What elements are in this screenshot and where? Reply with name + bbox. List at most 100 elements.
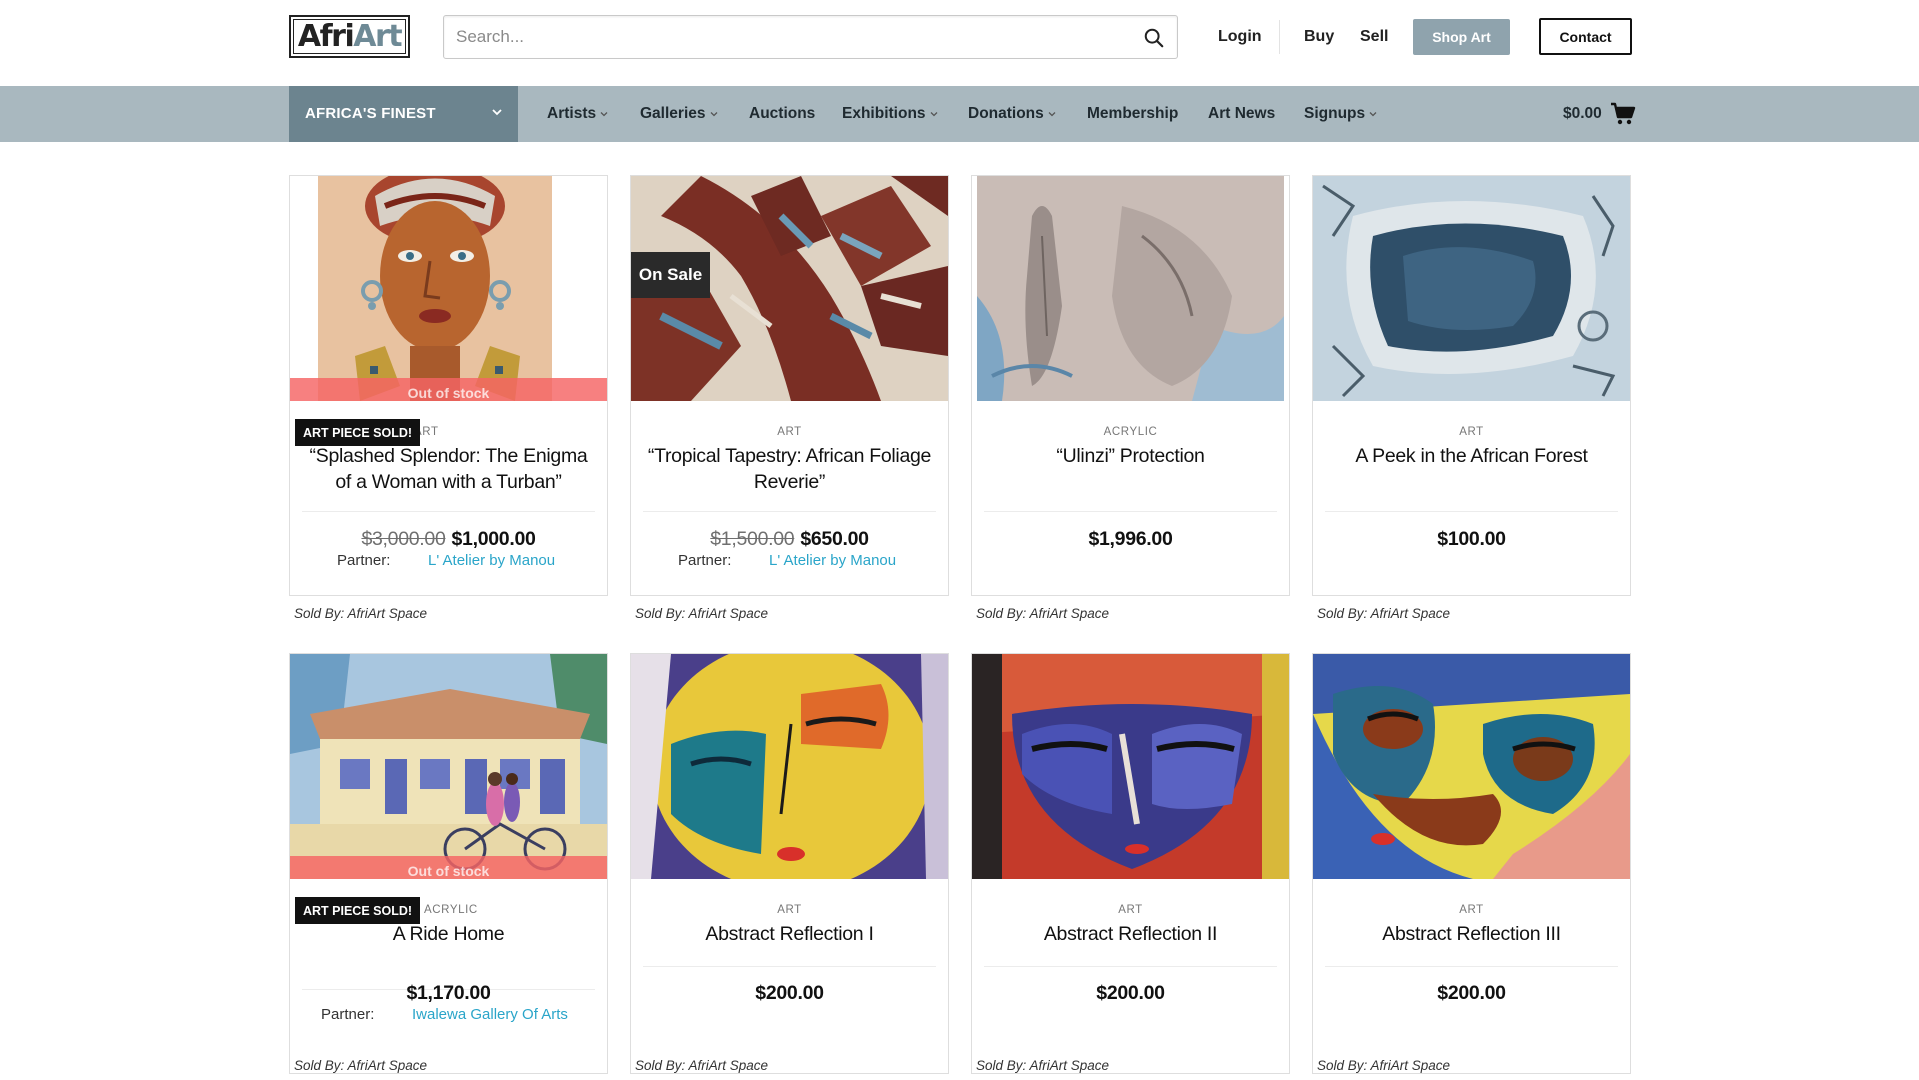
search-icon[interactable] bbox=[1143, 27, 1165, 49]
on-sale-badge: On Sale bbox=[631, 252, 710, 298]
nav-item-auctions[interactable]: Auctions bbox=[749, 105, 815, 123]
sale-price: $1,170.00 bbox=[406, 982, 491, 1004]
sold-by-label: Sold By: AfriArt Space bbox=[294, 1058, 428, 1073]
nav-item-exhibitions[interactable]: Exhibitions bbox=[842, 105, 939, 123]
nav-item-donations[interactable]: Donations bbox=[968, 105, 1057, 123]
nav-item-label: Exhibitions bbox=[842, 105, 926, 122]
chevron-down-icon bbox=[492, 109, 502, 116]
product-price: $1,996.00 bbox=[972, 528, 1289, 551]
product-title[interactable]: “Ulinzi” Protection bbox=[982, 443, 1279, 469]
product-price: $200.00 bbox=[1313, 982, 1630, 1005]
product-title[interactable]: Abstract Reflection III bbox=[1323, 921, 1620, 947]
chevron-down-icon bbox=[1048, 112, 1056, 117]
product-card[interactable]: ART Abstract Reflection III $200.00 bbox=[1312, 653, 1631, 1074]
product-title[interactable]: “Tropical Tapestry: African Foliage Reve… bbox=[641, 443, 938, 495]
product-category: ART bbox=[777, 426, 802, 438]
nav-item-label: Signups bbox=[1304, 105, 1366, 122]
sold-by-label: Sold By: AfriArt Space bbox=[294, 606, 428, 621]
nav-item-artists[interactable]: Artists bbox=[547, 105, 609, 123]
product-category: ART bbox=[1459, 904, 1484, 916]
sale-price: $200.00 bbox=[1437, 982, 1506, 1004]
cart-icon bbox=[1610, 102, 1635, 125]
product-price: $3,000.00 $1,000.00 bbox=[290, 528, 607, 551]
partner-link[interactable]: Iwalewa Gallery Of Arts bbox=[412, 1006, 568, 1023]
product-title[interactable]: Abstract Reflection I bbox=[641, 921, 938, 947]
cart-total: $0.00 bbox=[1563, 105, 1602, 122]
product-title[interactable]: Abstract Reflection II bbox=[982, 921, 1279, 947]
shop-art-button[interactable]: Shop Art bbox=[1413, 19, 1510, 55]
sell-link[interactable]: Sell bbox=[1360, 28, 1388, 46]
sale-price: $100.00 bbox=[1437, 528, 1506, 550]
product-card[interactable]: ART Abstract Reflection I $200.00 bbox=[630, 653, 949, 1074]
contact-button[interactable]: Contact bbox=[1539, 18, 1632, 55]
nav-item-label: Donations bbox=[968, 105, 1044, 122]
partner-label: Partner: bbox=[678, 552, 732, 569]
product-price: $200.00 bbox=[631, 982, 948, 1005]
artwork-image[interactable] bbox=[972, 654, 1289, 879]
artwork-abstract-reflection-2 bbox=[972, 654, 1289, 879]
sold-by-label: Sold By: AfriArt Space bbox=[976, 1058, 1110, 1073]
product-card[interactable]: ART A Peek in the African Forest $100.00 bbox=[1312, 175, 1631, 596]
divider bbox=[1325, 966, 1618, 967]
artwork-ulinzi-protection bbox=[972, 176, 1289, 401]
sold-by-label: Sold By: AfriArt Space bbox=[1317, 606, 1451, 621]
partner-link[interactable]: L' Atelier by Manou bbox=[428, 552, 555, 569]
product-card[interactable]: ACRYLIC “Ulinzi” Protection $1,996.00 bbox=[971, 175, 1290, 596]
product-title[interactable]: A Ride Home bbox=[300, 921, 597, 947]
sale-price: $650.00 bbox=[800, 528, 869, 550]
nav-item-label: Galleries bbox=[640, 105, 706, 122]
artwork-image[interactable] bbox=[1313, 654, 1630, 879]
product-card[interactable]: ART Abstract Reflection II $200.00 bbox=[971, 653, 1290, 1074]
product-price: $1,500.00 $650.00 bbox=[631, 528, 948, 551]
partner-link[interactable]: L' Atelier by Manou bbox=[769, 552, 896, 569]
artwork-image[interactable] bbox=[972, 176, 1289, 401]
cart-button[interactable]: $0.00 bbox=[1563, 101, 1636, 127]
artwork-image[interactable]: Out of stock bbox=[290, 176, 607, 401]
out-of-stock-band: Out of stock bbox=[290, 378, 607, 401]
africas-finest-label: AFRICA'S FINEST bbox=[305, 105, 436, 122]
login-link[interactable]: Login bbox=[1218, 28, 1262, 46]
artwork-abstract-reflection-1 bbox=[631, 654, 948, 879]
header-divider bbox=[1279, 20, 1280, 54]
nav-item-label: Art News bbox=[1208, 105, 1276, 122]
africas-finest-dropdown[interactable]: AFRICA'S FINEST bbox=[289, 86, 518, 142]
chevron-down-icon bbox=[600, 112, 608, 117]
nav-item-galleries[interactable]: Galleries bbox=[640, 105, 719, 123]
nav-item-label: Auctions bbox=[749, 105, 816, 122]
product-price: $100.00 bbox=[1313, 528, 1630, 551]
nav-item-membership[interactable]: Membership bbox=[1087, 105, 1178, 123]
sale-price: $200.00 bbox=[1096, 982, 1165, 1004]
product-category: ACRYLIC bbox=[424, 904, 478, 916]
partner-label: Partner: bbox=[321, 1006, 375, 1023]
artwork-image[interactable]: Out of stock bbox=[290, 654, 607, 879]
product-card[interactable]: On Sale ART “Tropical Tapestry: African … bbox=[630, 175, 949, 596]
divider bbox=[1325, 511, 1618, 512]
artwork-image[interactable]: On Sale bbox=[631, 176, 948, 401]
nav-item-label: Membership bbox=[1087, 105, 1179, 122]
original-price: $3,000.00 bbox=[361, 528, 446, 550]
search-input[interactable] bbox=[456, 16, 1096, 58]
afriart-logo[interactable]: Afri Art bbox=[289, 15, 410, 58]
product-price: $200.00 bbox=[972, 982, 1289, 1005]
chevron-down-icon bbox=[930, 112, 938, 117]
nav-item-art-news[interactable]: Art News bbox=[1208, 105, 1275, 123]
product-card[interactable]: Out of stock ART PIECE SOLD! ART “Splash… bbox=[289, 175, 608, 596]
sold-by-label: Sold By: AfriArt Space bbox=[1317, 1058, 1451, 1073]
partner-label: Partner: bbox=[337, 552, 391, 569]
product-price: $1,170.00 bbox=[290, 982, 607, 1005]
artwork-ride-home bbox=[290, 654, 607, 879]
product-title[interactable]: A Peek in the African Forest bbox=[1323, 443, 1620, 469]
divider bbox=[643, 511, 936, 512]
artwork-image[interactable] bbox=[1313, 176, 1630, 401]
nav-item-signups[interactable]: Signups bbox=[1304, 105, 1378, 123]
sold-by-label: Sold By: AfriArt Space bbox=[635, 1058, 769, 1073]
sold-badge: ART PIECE SOLD! bbox=[295, 419, 421, 446]
product-card[interactable]: Out of stock ART PIECE SOLD! ACRYLIC A R… bbox=[289, 653, 608, 1074]
logo-part-art: Art bbox=[353, 19, 402, 54]
artwork-turban-woman bbox=[290, 176, 607, 401]
divider bbox=[984, 511, 1277, 512]
artwork-african-forest bbox=[1313, 176, 1630, 401]
artwork-image[interactable] bbox=[631, 654, 948, 879]
product-title[interactable]: “Splashed Splendor: The Enigma of a Woma… bbox=[300, 443, 597, 495]
buy-link[interactable]: Buy bbox=[1304, 28, 1334, 46]
